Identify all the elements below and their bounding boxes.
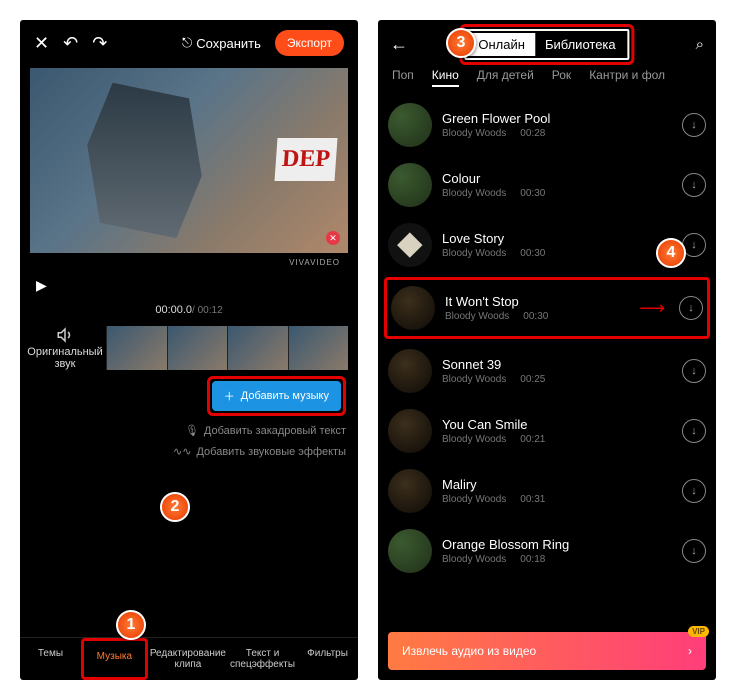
phone-music-library: ← Онлайн Библиотека ⌕ 3 Поп Кино Для дет… xyxy=(378,20,716,680)
timeline-thumbnails[interactable] xyxy=(106,326,348,370)
genre-cinema[interactable]: Кино xyxy=(432,68,459,87)
tab-filters[interactable]: Фильтры xyxy=(297,638,358,680)
track-title: It Won't Stop xyxy=(445,294,619,309)
genre-pop[interactable]: Поп xyxy=(392,68,414,87)
track-art-icon xyxy=(388,349,432,393)
chevron-right-icon: › xyxy=(688,644,692,658)
mic-icon: 🎙 xyxy=(185,424,199,437)
download-icon[interactable]: ↓ xyxy=(682,173,706,197)
track-art-icon xyxy=(388,223,432,267)
download-icon[interactable]: ↓ xyxy=(682,113,706,137)
track-row[interactable]: Orange Blossom Ring Bloody Woods00:18 ↓ xyxy=(388,521,706,581)
genre-kids[interactable]: Для детей xyxy=(477,68,534,87)
track-row-highlighted[interactable]: It Won't Stop Bloody Woods00:30 ⟶ ↓ xyxy=(384,277,710,339)
track-art-icon xyxy=(388,163,432,207)
download-icon[interactable]: ↓ xyxy=(682,479,706,503)
vip-badge: VIP xyxy=(688,626,709,637)
tab-themes[interactable]: Темы xyxy=(20,638,81,680)
track-title: Colour xyxy=(442,171,672,186)
library-topbar: ← Онлайн Библиотека ⌕ xyxy=(378,20,716,68)
redo-icon[interactable]: ↷ xyxy=(92,33,107,54)
waveform-icon: ∿∿ xyxy=(173,445,191,458)
add-voiceover-button[interactable]: 🎙 Добавить закадровый текст xyxy=(185,424,346,437)
play-icon[interactable]: ▶ xyxy=(36,277,358,294)
track-title: Sonnet 39 xyxy=(442,357,672,372)
track-art-icon xyxy=(388,409,432,453)
add-sfx-button[interactable]: ∿∿ Добавить звуковые эффекты xyxy=(173,445,346,458)
arrow-right-icon: ⟶ xyxy=(639,298,665,319)
add-music-label: Добавить музыку xyxy=(241,390,329,402)
close-icon[interactable]: ✕ xyxy=(34,33,49,54)
callout-badge-2: 2 xyxy=(160,492,190,522)
genre-country[interactable]: Кантри и фол xyxy=(589,68,665,87)
track-row[interactable]: Sonnet 39 Bloody Woods00:25 ↓ xyxy=(388,341,706,401)
original-audio-toggle[interactable]: Оригинальный звук xyxy=(30,326,100,370)
export-button[interactable]: Экспорт xyxy=(275,30,344,56)
callout-badge-4: 4 xyxy=(656,238,686,268)
search-icon[interactable]: ⌕ xyxy=(696,36,704,53)
track-row[interactable]: Green Flower Pool Bloody Woods00:28 ↓ xyxy=(388,95,706,155)
save-icon: ⎋ xyxy=(182,35,192,51)
plus-icon: ＋ xyxy=(224,388,235,404)
track-row[interactable]: Colour Bloody Woods00:30 ↓ xyxy=(388,155,706,215)
track-title: Green Flower Pool xyxy=(442,111,672,126)
download-icon[interactable]: ↓ xyxy=(679,296,703,320)
track-art-icon xyxy=(388,469,432,513)
track-title: Love Story xyxy=(442,231,672,246)
track-list: Green Flower Pool Bloody Woods00:28 ↓ Co… xyxy=(378,87,716,624)
phone-editor: ✕ ↶ ↷ ⎋ Сохранить Экспорт ✕ VIVAVIDEO ▶ … xyxy=(20,20,358,680)
genre-rock[interactable]: Рок xyxy=(552,68,571,87)
track-row[interactable]: You Can Smile Bloody Woods00:21 ↓ xyxy=(388,401,706,461)
save-label: Сохранить xyxy=(196,36,261,51)
callout-badge-1: 1 xyxy=(116,610,146,640)
track-art-icon xyxy=(388,103,432,147)
volume-icon xyxy=(56,326,74,344)
track-art-icon xyxy=(391,286,435,330)
back-icon[interactable]: ← xyxy=(390,34,408,55)
tab-music[interactable]: Музыка xyxy=(81,638,148,680)
editor-toolbar: ✕ ↶ ↷ ⎋ Сохранить Экспорт xyxy=(20,20,358,66)
timecode: 00:00.0/ 00:12 xyxy=(20,304,358,316)
timeline-row: Оригинальный звук xyxy=(20,320,358,376)
video-preview[interactable]: ✕ VIVAVIDEO xyxy=(30,68,348,253)
original-audio-label: Оригинальный звук xyxy=(27,346,102,370)
genre-tabs: Поп Кино Для детей Рок Кантри и фол xyxy=(378,68,716,87)
track-title: You Can Smile xyxy=(442,417,672,432)
bottom-tabs: Темы Музыка Редактирование клипа Текст и… xyxy=(20,637,358,680)
watermark-label: VIVAVIDEO xyxy=(289,258,340,267)
download-icon[interactable]: ↓ xyxy=(682,539,706,563)
track-art-icon xyxy=(388,529,432,573)
track-row[interactable]: Maliry Bloody Woods00:31 ↓ xyxy=(388,461,706,521)
download-icon[interactable]: ↓ xyxy=(682,359,706,383)
save-button[interactable]: ⎋ Сохранить xyxy=(182,35,261,51)
undo-icon[interactable]: ↶ xyxy=(63,33,78,54)
track-title: Orange Blossom Ring xyxy=(442,537,672,552)
tab-edit-clip[interactable]: Редактирование клипа xyxy=(148,638,228,680)
segment-library[interactable]: Библиотека xyxy=(535,33,626,56)
extract-audio-label: Извлечь аудио из видео xyxy=(402,644,536,658)
track-title: Maliry xyxy=(442,477,672,492)
tab-text-fx[interactable]: Текст и спецэффекты xyxy=(228,638,297,680)
download-icon[interactable]: ↓ xyxy=(682,419,706,443)
callout-badge-3: 3 xyxy=(446,28,476,58)
segment-online[interactable]: Онлайн xyxy=(468,33,535,56)
watermark-close-icon[interactable]: ✕ xyxy=(326,231,340,245)
extract-audio-button[interactable]: Извлечь аудио из видео › VIP xyxy=(388,632,706,670)
add-music-button[interactable]: ＋ Добавить музыку xyxy=(212,381,341,411)
